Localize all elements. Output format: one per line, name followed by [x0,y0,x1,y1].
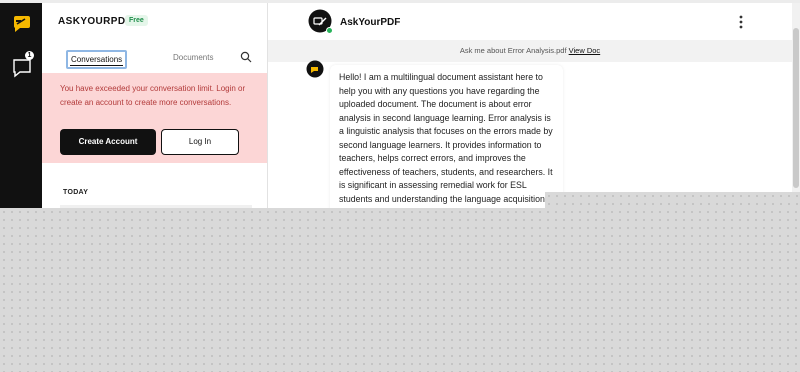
assistant-message: Hello! I am a multilingual document assi… [330,65,563,208]
chat-title: AskYourPDF [340,17,401,28]
blank-overlay [545,192,800,208]
limit-message: You have exceeded your conversation limi… [60,84,246,107]
document-info-text: Ask me about Error Analysis.pdf [459,46,569,55]
view-doc-link[interactable]: View Doc [569,46,601,55]
notification-badge: 1 [25,51,34,60]
left-rail: 1 [0,3,42,208]
create-account-button[interactable]: Create Account [60,129,156,155]
limit-alert: You have exceeded your conversation limi… [42,73,267,163]
assistant-message-text: Hello! I am a multilingual document assi… [339,72,553,208]
search-icon[interactable] [240,51,252,63]
tab-documents[interactable]: Documents [170,50,216,65]
scrollbar[interactable] [792,3,800,208]
app-logo-icon[interactable] [11,13,31,33]
login-button[interactable]: Log In [161,129,239,155]
document-info-bar: Ask me about Error Analysis.pdf View Doc [268,40,792,62]
chat-header: AskYourPDF [268,3,792,40]
menu-icon[interactable] [738,14,744,30]
brand-name: ASKYOURPDF [58,16,133,27]
chat-icon[interactable] [11,57,33,79]
section-heading-today: TODAY [63,189,89,196]
assistant-avatar-icon [306,60,324,78]
scrollbar-thumb[interactable] [793,28,799,188]
chat-panel: AskYourPDF Ask me about Error Analysis.p… [268,3,792,208]
conversation-item[interactable] [60,205,252,208]
sidebar: ASKYOURPDF Free Conversations Documents … [42,3,268,208]
tab-conversations[interactable]: Conversations [66,50,128,69]
online-status-dot [326,27,333,34]
plan-badge: Free [125,15,148,26]
